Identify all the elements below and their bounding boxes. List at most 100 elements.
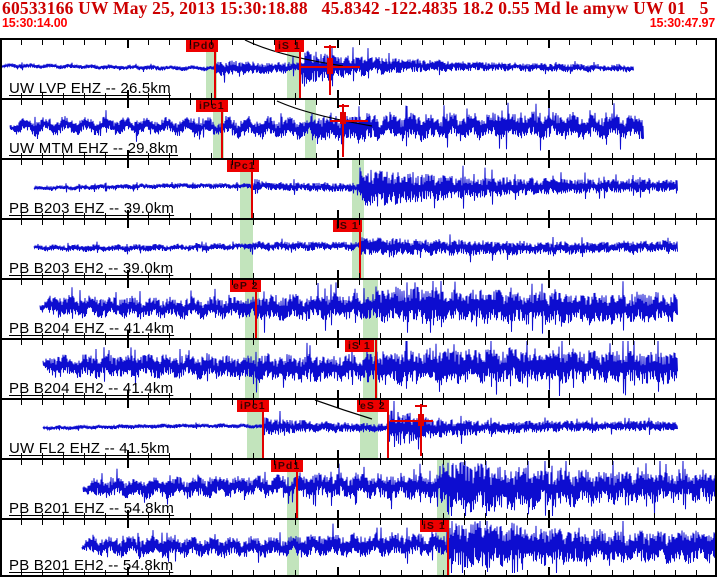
time-tick bbox=[422, 340, 423, 345]
amplitude-marker-line[interactable] bbox=[420, 404, 422, 456]
time-tick bbox=[63, 273, 64, 278]
time-tick bbox=[380, 400, 381, 405]
time-tick bbox=[633, 93, 634, 98]
time-tick bbox=[105, 160, 106, 165]
time-tick bbox=[696, 153, 697, 158]
time-tick bbox=[548, 390, 550, 398]
time-tick bbox=[548, 450, 550, 458]
time-tick bbox=[148, 400, 149, 405]
time-tick bbox=[84, 273, 85, 278]
time-tick bbox=[105, 513, 106, 518]
time-tick bbox=[253, 273, 254, 278]
time-tick bbox=[591, 513, 592, 518]
time-tick bbox=[569, 460, 570, 465]
time-tick bbox=[548, 340, 550, 348]
time-tick bbox=[548, 40, 550, 48]
time-tick bbox=[337, 90, 339, 98]
time-tick bbox=[211, 153, 212, 158]
time-tick bbox=[380, 520, 381, 525]
time-tick bbox=[548, 90, 550, 98]
time-tick bbox=[211, 273, 212, 278]
time-tick bbox=[84, 513, 85, 518]
time-tick bbox=[696, 400, 697, 405]
time-tick bbox=[169, 460, 170, 465]
time-tick bbox=[506, 93, 507, 98]
time-tick bbox=[401, 513, 402, 518]
time-tick bbox=[654, 400, 655, 405]
time-tick bbox=[696, 273, 697, 278]
time-tick bbox=[232, 153, 233, 158]
time-tick bbox=[591, 453, 592, 458]
time-tick bbox=[527, 160, 528, 165]
trace-panel[interactable]: iPd1PB B201 EHZ -- 54.8km bbox=[0, 460, 717, 518]
time-tick bbox=[337, 330, 339, 338]
time-tick bbox=[506, 280, 507, 285]
time-tick bbox=[21, 93, 22, 98]
time-tick bbox=[422, 220, 423, 225]
time-tick bbox=[696, 340, 697, 345]
time-tick bbox=[148, 273, 149, 278]
time-tick bbox=[63, 520, 64, 525]
time-tick bbox=[380, 570, 381, 575]
trace-panel[interactable]: iS 1PB B203 EH2 -- 39.0km bbox=[0, 220, 717, 278]
time-tick bbox=[190, 513, 191, 518]
time-tick bbox=[443, 160, 444, 165]
time-tick bbox=[359, 520, 360, 525]
time-tick bbox=[295, 513, 296, 518]
station-label: PB B204 EHZ -- 41.4km bbox=[9, 320, 174, 337]
time-tick bbox=[696, 333, 697, 338]
time-tick bbox=[274, 453, 275, 458]
pick-flag[interactable]: iPd1 bbox=[271, 460, 303, 472]
time-tick bbox=[485, 153, 486, 158]
trace-panel[interactable]: iPc1UW MTM EHZ -- 29.8km bbox=[0, 100, 717, 158]
time-tick bbox=[380, 393, 381, 398]
trace-panel[interactable]: iPc1eS 2UW FL2 EHZ -- 41.5km bbox=[0, 400, 717, 458]
time-tick bbox=[84, 213, 85, 218]
time-tick bbox=[591, 40, 592, 45]
time-tick bbox=[253, 153, 254, 158]
time-tick bbox=[295, 160, 296, 165]
trace-panel[interactable]: iS 1PB B204 EH2 -- 41.4km bbox=[0, 340, 717, 398]
trace-panel[interactable]: iPc1PB B203 EHZ -- 39.0km bbox=[0, 160, 717, 218]
time-tick bbox=[422, 160, 423, 165]
time-tick bbox=[591, 273, 592, 278]
time-tick bbox=[169, 393, 170, 398]
time-tick bbox=[105, 93, 106, 98]
time-tick bbox=[401, 40, 402, 45]
time-tick bbox=[654, 153, 655, 158]
pick-flag[interactable]: iS 1 bbox=[275, 40, 304, 52]
time-tick bbox=[443, 333, 444, 338]
pick-flag[interactable]: eS 2 bbox=[357, 400, 389, 412]
time-tick bbox=[569, 280, 570, 285]
time-tick bbox=[274, 400, 275, 405]
time-tick bbox=[21, 100, 22, 105]
time-tick bbox=[274, 220, 275, 225]
time-tick bbox=[380, 333, 381, 338]
trace-panel[interactable]: iS 1PB B201 EH2 -- 54.8km bbox=[0, 520, 717, 575]
pick-line[interactable] bbox=[375, 340, 377, 398]
time-tick bbox=[696, 220, 697, 225]
time-tick bbox=[591, 280, 592, 285]
time-tick bbox=[401, 520, 402, 525]
time-tick bbox=[232, 513, 233, 518]
time-tick bbox=[612, 273, 613, 278]
trace-panel[interactable]: eP 2 PB B204 EHZ -- 41.4km bbox=[0, 280, 717, 338]
time-tick bbox=[422, 520, 423, 525]
pick-flag[interactable]: iS 1 bbox=[420, 520, 449, 532]
time-tick bbox=[148, 153, 149, 158]
time-tick bbox=[569, 40, 570, 45]
time-tick bbox=[169, 100, 170, 105]
trace-panel[interactable]: iPd0iS 1UW LVP EHZ -- 26.5km bbox=[0, 40, 717, 98]
time-tick bbox=[506, 220, 507, 225]
time-tick bbox=[42, 570, 43, 575]
time-tick bbox=[422, 280, 423, 285]
pick-flag[interactable]: eP 2 bbox=[230, 280, 261, 292]
time-tick bbox=[633, 520, 634, 525]
time-tick bbox=[422, 100, 423, 105]
time-tick bbox=[274, 280, 275, 285]
time-tick bbox=[654, 280, 655, 285]
time-tick bbox=[211, 340, 212, 345]
time-tick bbox=[42, 213, 43, 218]
time-tick bbox=[169, 160, 170, 165]
time-tick bbox=[42, 393, 43, 398]
